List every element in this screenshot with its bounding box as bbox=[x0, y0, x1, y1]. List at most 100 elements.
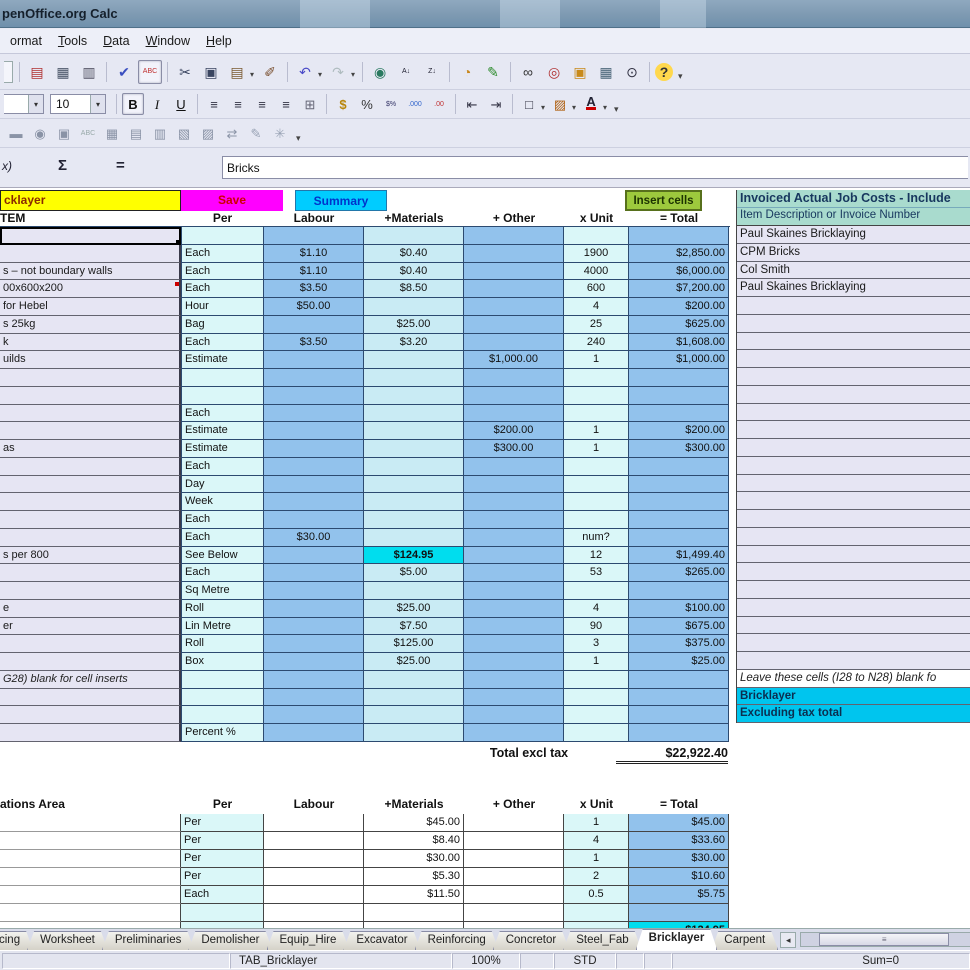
labour-cell[interactable] bbox=[264, 511, 364, 529]
text-box-icon[interactable]: ▤ bbox=[125, 122, 147, 144]
chevron-down-icon[interactable]: ▾ bbox=[572, 103, 576, 112]
merge-cells-icon[interactable]: ⊞ bbox=[299, 93, 321, 115]
invoice-blank-cell[interactable] bbox=[737, 634, 970, 652]
other-cell[interactable] bbox=[464, 529, 564, 547]
invoice-blank-cell[interactable] bbox=[737, 333, 970, 351]
invoice-blank-cell[interactable] bbox=[737, 439, 970, 457]
format-paintbrush-icon[interactable]: ✐ bbox=[258, 60, 282, 84]
other-cell[interactable] bbox=[464, 493, 564, 511]
labour-cell[interactable] bbox=[264, 369, 364, 387]
calc-materials-cell[interactable]: $11.50 bbox=[364, 886, 464, 904]
checkbox-icon[interactable]: ▣ bbox=[53, 122, 75, 144]
align-center-icon[interactable]: ≡ bbox=[227, 93, 249, 115]
standard-format-icon[interactable]: $% bbox=[380, 93, 402, 115]
calc-per-cell[interactable]: Per bbox=[181, 850, 264, 868]
group-box-icon[interactable]: ▦ bbox=[101, 122, 123, 144]
item-cell[interactable] bbox=[0, 493, 181, 511]
calc-total-cell[interactable]: $45.00 bbox=[629, 814, 729, 832]
materials-cell[interactable] bbox=[364, 706, 464, 724]
unit-cell[interactable] bbox=[564, 582, 629, 600]
page-preview-icon[interactable]: ▥ bbox=[77, 60, 101, 84]
total-cell[interactable] bbox=[629, 227, 729, 245]
other-cell[interactable] bbox=[464, 316, 564, 334]
materials-cell[interactable]: $25.00 bbox=[364, 316, 464, 334]
calc-other-cell[interactable] bbox=[464, 850, 564, 868]
invoice-blank-cell[interactable] bbox=[737, 350, 970, 368]
materials-cell[interactable] bbox=[364, 582, 464, 600]
borders-icon[interactable]: □ bbox=[518, 93, 540, 115]
calc-materials-cell[interactable]: $5.30 bbox=[364, 868, 464, 886]
other-cell[interactable] bbox=[464, 245, 564, 263]
calc-other-cell[interactable] bbox=[464, 814, 564, 832]
per-cell[interactable]: Estimate bbox=[181, 422, 264, 440]
materials-cell[interactable]: $125.00 bbox=[364, 635, 464, 653]
menu-item-help[interactable]: Help bbox=[198, 31, 240, 51]
per-cell[interactable] bbox=[181, 706, 264, 724]
invoice-blank-cell[interactable] bbox=[737, 404, 970, 422]
cut-icon[interactable]: ✂ bbox=[173, 60, 197, 84]
per-cell[interactable]: See Below bbox=[181, 547, 264, 565]
item-cell[interactable]: as bbox=[0, 440, 181, 458]
delete-decimal-icon[interactable]: .00 bbox=[428, 93, 450, 115]
materials-cell[interactable]: $5.00 bbox=[364, 564, 464, 582]
font-size-combo[interactable]: 10▾ bbox=[50, 94, 106, 114]
calc-labour-cell[interactable] bbox=[264, 832, 364, 850]
unit-cell[interactable] bbox=[564, 706, 629, 724]
other-cell[interactable] bbox=[464, 618, 564, 636]
invoice-blank-cell[interactable] bbox=[737, 563, 970, 581]
per-cell[interactable]: Each bbox=[181, 458, 264, 476]
total-cell[interactable]: $1,608.00 bbox=[629, 334, 729, 352]
invoice-tag-cell[interactable]: Bricklayer bbox=[737, 688, 970, 706]
per-cell[interactable]: Sq Metre bbox=[181, 582, 264, 600]
list-box-icon[interactable]: ▥ bbox=[149, 122, 171, 144]
invoice-entry-cell[interactable]: Paul Skaines Bricklaying bbox=[737, 279, 970, 297]
combo-box-icon[interactable]: ▧ bbox=[173, 122, 195, 144]
labour-cell[interactable]: $3.50 bbox=[264, 280, 364, 298]
total-cell[interactable]: $200.00 bbox=[629, 422, 729, 440]
labour-cell[interactable] bbox=[264, 618, 364, 636]
calc-total-cell[interactable] bbox=[629, 904, 729, 922]
other-cell[interactable] bbox=[464, 564, 564, 582]
radio-button-icon[interactable]: ◉ bbox=[29, 122, 51, 144]
labour-cell[interactable] bbox=[264, 635, 364, 653]
invoice-blank-cell[interactable] bbox=[737, 528, 970, 546]
total-cell[interactable] bbox=[629, 387, 729, 405]
menu-item-tools[interactable]: Tools bbox=[50, 31, 95, 51]
calc-per-cell[interactable]: Per bbox=[181, 868, 264, 886]
hyperlink-icon[interactable]: ◉ bbox=[368, 60, 392, 84]
unit-cell[interactable]: num? bbox=[564, 529, 629, 547]
per-cell[interactable]: Hour bbox=[181, 298, 264, 316]
invoice-blank-cell[interactable] bbox=[737, 599, 970, 617]
invoice-blank-cell[interactable] bbox=[737, 510, 970, 528]
unit-cell[interactable]: 4 bbox=[564, 600, 629, 618]
label-field-icon[interactable]: ABC bbox=[77, 122, 99, 144]
item-cell[interactable] bbox=[0, 689, 181, 707]
labour-cell[interactable]: $30.00 bbox=[264, 529, 364, 547]
zoom-icon[interactable]: ⊙ bbox=[620, 60, 644, 84]
chevron-down-icon[interactable]: ▾ bbox=[250, 70, 254, 79]
per-cell[interactable] bbox=[181, 689, 264, 707]
per-cell[interactable]: Each bbox=[181, 334, 264, 352]
item-cell[interactable] bbox=[0, 245, 181, 263]
status-sum[interactable]: Sum=0 bbox=[672, 953, 970, 969]
other-cell[interactable]: $1,000.00 bbox=[464, 351, 564, 369]
labour-cell[interactable] bbox=[264, 653, 364, 671]
total-cell[interactable] bbox=[629, 582, 729, 600]
item-cell[interactable]: s per 800 bbox=[0, 547, 181, 565]
percent-format-icon[interactable]: % bbox=[356, 93, 378, 115]
sort-descending-icon[interactable]: Z↓ bbox=[420, 60, 444, 84]
labour-cell[interactable] bbox=[264, 582, 364, 600]
total-cell[interactable] bbox=[629, 671, 729, 689]
total-cell[interactable] bbox=[629, 689, 729, 707]
navigator-icon[interactable]: ◎ bbox=[542, 60, 566, 84]
column-header[interactable]: Labour bbox=[264, 211, 364, 226]
materials-cell[interactable] bbox=[364, 671, 464, 689]
status-zoom-level[interactable]: 100% bbox=[452, 953, 520, 969]
status-selection-mode[interactable]: STD bbox=[554, 953, 616, 969]
materials-cell[interactable] bbox=[364, 689, 464, 707]
item-cell[interactable] bbox=[0, 529, 181, 547]
decrease-indent-icon[interactable]: ⇤ bbox=[461, 93, 483, 115]
calc-item-cell[interactable] bbox=[0, 832, 181, 850]
scrollbar-thumb[interactable]: ≡ bbox=[819, 933, 949, 946]
calc-column-header[interactable]: Per bbox=[181, 797, 264, 814]
